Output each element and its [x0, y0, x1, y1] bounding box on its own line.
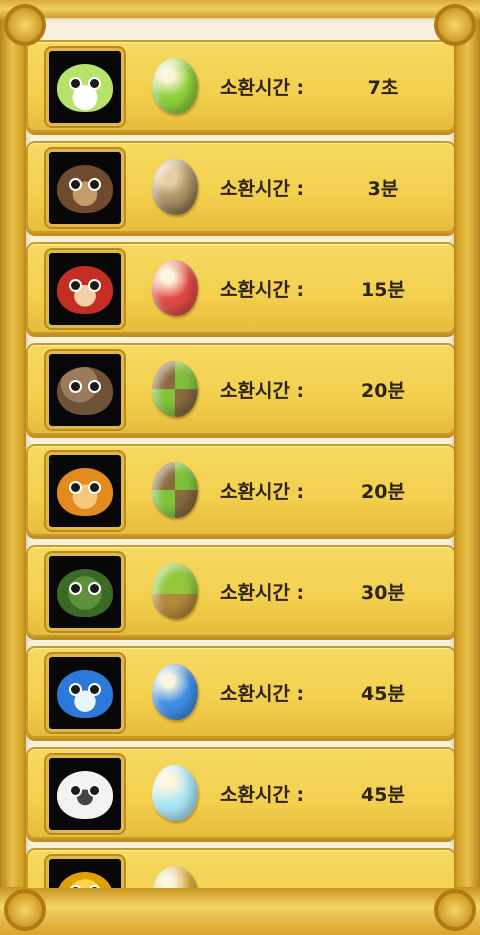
- creature-portrait: [46, 654, 124, 732]
- creature-eye: [90, 382, 99, 392]
- summon-row[interactable]: 소환시간 : 20분: [26, 444, 454, 536]
- summon-row[interactable]: 소환시간 : 7초: [26, 40, 454, 132]
- creature-eye: [71, 786, 80, 796]
- white-yeti-creature-icon: [57, 771, 113, 820]
- summon-gem-icon: [152, 58, 198, 114]
- corner-ornament: [434, 4, 476, 46]
- creature-eye: [90, 786, 99, 796]
- frame-top-bar: [0, 0, 480, 20]
- summon-time-value: 3분: [367, 178, 399, 200]
- creature-portrait: [46, 856, 124, 888]
- summon-gem-icon: [152, 765, 198, 821]
- summon-row[interactable]: 소환시간 : 20분: [26, 343, 454, 435]
- red-tanuki-creature-icon: [57, 266, 113, 315]
- green-turtle-creature-icon: [57, 569, 113, 618]
- summon-time-label: 소환시간 :: [220, 481, 305, 503]
- summon-gem-icon: [152, 159, 198, 215]
- brown-mole-creature-icon: [57, 367, 113, 416]
- green-sprout-creature-icon: [57, 64, 113, 113]
- brown-dog-creature-icon: [57, 165, 113, 214]
- creature-eye: [90, 584, 99, 594]
- creature-eye: [90, 887, 99, 888]
- summon-time-label: 소환시간 :: [220, 683, 305, 705]
- summon-time-value: 7초: [367, 77, 399, 99]
- corner-ornament: [4, 889, 46, 931]
- summon-list-panel[interactable]: 소환시간 :7초 소환시간 :3분 소환시간 :15분 소환시간 :20분 소환시간 :…: [26, 18, 454, 888]
- creature-eye: [71, 180, 80, 190]
- summon-time-value: 30분: [361, 582, 405, 604]
- summon-time-value: 45분: [361, 683, 405, 705]
- summon-time-label: 소환시간 :: [220, 582, 305, 604]
- creature-eye: [71, 483, 80, 493]
- creature-portrait: [46, 553, 124, 631]
- summon-time-label: 소환시간 :: [220, 279, 305, 301]
- summon-row[interactable]: 소환시간 : 15분: [26, 242, 454, 334]
- creature-eye: [71, 584, 80, 594]
- summon-time-label: 소환시간 :: [220, 178, 305, 200]
- summon-gem-icon: [152, 664, 198, 720]
- creature-eye: [71, 382, 80, 392]
- summon-gem-icon: [152, 260, 198, 316]
- creature-portrait: [46, 149, 124, 227]
- creature-portrait: [46, 250, 124, 328]
- summon-gem-icon: [152, 462, 198, 518]
- creature-eye: [90, 79, 99, 89]
- frame-bottom-bar: [0, 887, 480, 935]
- summon-time-value: 20분: [361, 481, 405, 503]
- creature-eye: [71, 281, 80, 291]
- orange-duck-creature-icon: [57, 468, 113, 517]
- creature-portrait: [46, 755, 124, 833]
- creature-portrait: [46, 351, 124, 429]
- creature-eye: [90, 281, 99, 291]
- corner-ornament: [434, 889, 476, 931]
- summon-time-label: 소환시간 :: [220, 77, 305, 99]
- creature-eye: [90, 180, 99, 190]
- corner-ornament: [4, 4, 46, 46]
- creature-eye: [90, 483, 99, 493]
- summon-time-value: 15분: [361, 279, 405, 301]
- summon-row[interactable]: [26, 848, 454, 888]
- summon-row[interactable]: 소환시간 : 45분: [26, 646, 454, 738]
- creature-eye: [71, 79, 80, 89]
- summon-gem-icon: [152, 361, 198, 417]
- creature-eye: [71, 685, 80, 695]
- creature-portrait: [46, 452, 124, 530]
- summon-time-value: 45분: [361, 784, 405, 806]
- creature-portrait: [46, 48, 124, 126]
- creature-eye: [90, 685, 99, 695]
- summon-gem-icon: [152, 563, 198, 619]
- summon-time-value: 20분: [361, 380, 405, 402]
- summon-row[interactable]: 소환시간 : 3분: [26, 141, 454, 233]
- yellow-lightning-creature-icon: [57, 872, 113, 888]
- blue-seal-creature-icon: [57, 670, 113, 719]
- summon-time-label: 소환시간 :: [220, 784, 305, 806]
- summon-row[interactable]: 소환시간 : 45분: [26, 747, 454, 839]
- summon-row[interactable]: 소환시간 : 30분: [26, 545, 454, 637]
- summon-gem-icon: [152, 866, 198, 888]
- creature-eye: [71, 887, 80, 888]
- summon-time-label: 소환시간 :: [220, 380, 305, 402]
